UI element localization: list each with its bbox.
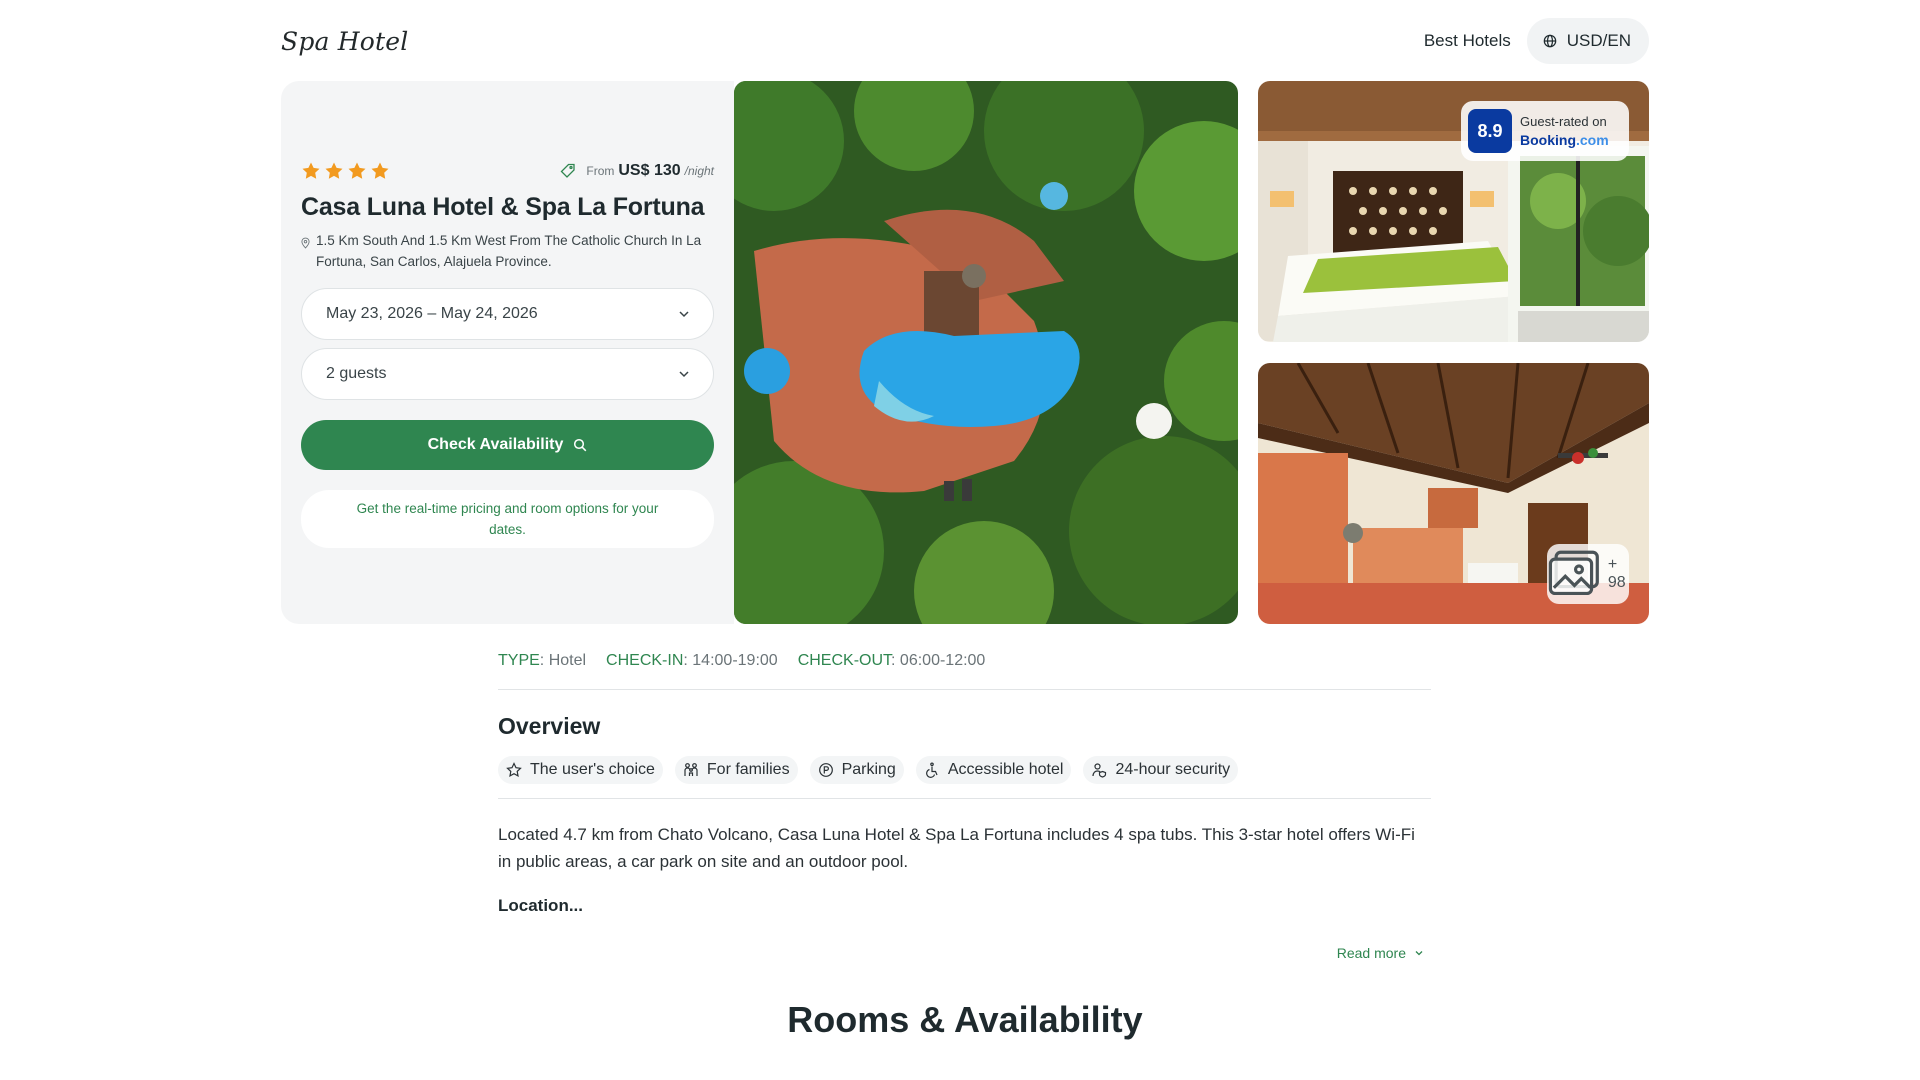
price-unit: /night (684, 164, 714, 178)
chip-accessible: Accessible hotel (915, 756, 1072, 784)
wheelchair-icon (925, 762, 938, 778)
divider (498, 689, 1431, 690)
meta-checkin-label: CHECK-IN (606, 652, 684, 669)
booking-brand-name: Booking (1520, 132, 1576, 148)
star-icon (325, 162, 343, 179)
divider (498, 798, 1431, 799)
chevron-down-icon (679, 311, 689, 318)
meta-checkout-label: CHECK-OUT (797, 652, 892, 669)
booking-score-badge[interactable]: 8.9 Guest-rated on Booking.com (1461, 101, 1629, 161)
chip-label: The user's choice (530, 761, 655, 778)
hotel-photo-pool-aerial[interactable] (734, 81, 1238, 624)
review-score: 8.9 (1468, 109, 1512, 153)
read-more-link[interactable]: Read more (1337, 945, 1424, 961)
rating-price-row: From US$ 130 /night (301, 159, 714, 183)
meta-checkin: CHECK-IN: 14:00-19:00 (606, 652, 778, 669)
read-more-label: Read more (1336, 945, 1406, 961)
booking-brand-suffix: .com (1576, 132, 1609, 148)
score-label: Guest-rated on (1520, 114, 1607, 129)
hotel-photo-bedroom[interactable]: 8.9 Guest-rated on Booking.com (1258, 81, 1649, 342)
hotel-name: Casa Luna Hotel & Spa La Fortuna (301, 193, 705, 221)
guests-value: 2 guests (326, 365, 387, 382)
price-from-label: From (586, 164, 615, 178)
star-icon (302, 162, 320, 179)
check-availability-button[interactable]: Check Availability (301, 420, 714, 470)
hotel-description: Located 4.7 km from Chato Volcano, Casa … (498, 825, 1415, 871)
hotel-meta-row: TYPE: Hotel CHECK-IN: 14:00-19:00 CHECK-… (498, 652, 1431, 670)
chip-for-families: For families (674, 756, 798, 784)
guests-selector[interactable]: 2 guests (301, 348, 714, 400)
chip-label: 24-hour security (1115, 761, 1231, 778)
security-icon (1092, 763, 1107, 778)
star-icon (348, 162, 366, 179)
chip-label: Accessible hotel (947, 761, 1064, 778)
amenity-chips: The user's choice For families Parking A… (498, 756, 1431, 784)
currency-language-button[interactable]: USD/EN (1526, 18, 1649, 64)
header-actions: Best Hotels USD/EN (1424, 18, 1649, 64)
chevron-down-icon (1415, 951, 1423, 956)
date-range-value: May 23, 2026 – May 24, 2026 (326, 305, 538, 322)
best-hotels-link[interactable]: Best Hotels (1424, 31, 1511, 51)
meta-checkout-value: 06:00-12:00 (899, 652, 986, 669)
view-all-photos-button[interactable]: + 98 (1547, 544, 1629, 604)
photo-count: + 98 (1607, 556, 1626, 591)
gallery-icon (1548, 550, 1599, 596)
check-availability-label: Check Availability (427, 436, 564, 453)
hotel-photo-lobby[interactable]: + 98 (1258, 363, 1649, 624)
meta-type: TYPE: Hotel (498, 652, 587, 669)
meta-checkout: CHECK-OUT: 06:00-12:00 (797, 652, 986, 669)
parking-icon (818, 763, 833, 777)
star-outline-icon (506, 762, 522, 778)
meta-type-value: Hotel (548, 652, 587, 669)
chip-label: Parking (841, 761, 896, 778)
chevron-down-icon (679, 371, 689, 378)
star-icon (371, 162, 389, 179)
chip-label: For families (706, 761, 790, 778)
location-pin-icon (301, 237, 310, 249)
pricing-hint: Get the real-time pricing and room optio… (301, 490, 714, 548)
score-source: Guest-rated on Booking.com (1520, 113, 1609, 149)
search-icon (574, 438, 587, 452)
chip-users-choice: The user's choice (498, 756, 663, 784)
overview-heading: Overview (498, 713, 601, 739)
globe-icon (1543, 34, 1557, 48)
site-header: Spa Hotel Best Hotels USD/EN (281, 17, 1649, 65)
chip-parking: Parking (809, 756, 904, 784)
currency-label: USD/EN (1566, 31, 1631, 50)
meta-type-label: TYPE (498, 652, 540, 669)
booking-logo: Booking.com (1520, 131, 1609, 149)
price-tag-icon (560, 163, 576, 178)
meta-checkin-value: 14:00-19:00 (692, 652, 778, 669)
family-icon (684, 763, 698, 776)
booking-panel: From US$ 130 /night Casa Luna Hotel & Sp… (281, 81, 734, 624)
location-heading: Location... (498, 896, 583, 915)
hotel-address: 1.5 Km South And 1.5 Km West From The Ca… (301, 230, 714, 272)
rooms-availability-heading: Rooms & Availability (787, 999, 1143, 1040)
hotel-hero: From US$ 130 /night Casa Luna Hotel & Sp… (281, 81, 1649, 624)
hotel-details: TYPE: Hotel CHECK-IN: 14:00-19:00 CHECK-… (498, 652, 1431, 961)
date-range-selector[interactable]: May 23, 2026 – May 24, 2026 (301, 288, 714, 340)
price-value: US$ 130 (618, 162, 681, 179)
booking-panel-content: From US$ 130 /night Casa Luna Hotel & Sp… (301, 159, 714, 548)
pool-aerial-image (734, 81, 1238, 624)
chip-security: 24-hour security (1083, 756, 1239, 784)
price-info: From US$ 130 /night (560, 162, 714, 180)
address-text: 1.5 Km South And 1.5 Km West From The Ca… (316, 233, 702, 269)
star-rating (301, 161, 390, 181)
site-logo[interactable]: Spa Hotel (281, 27, 408, 56)
